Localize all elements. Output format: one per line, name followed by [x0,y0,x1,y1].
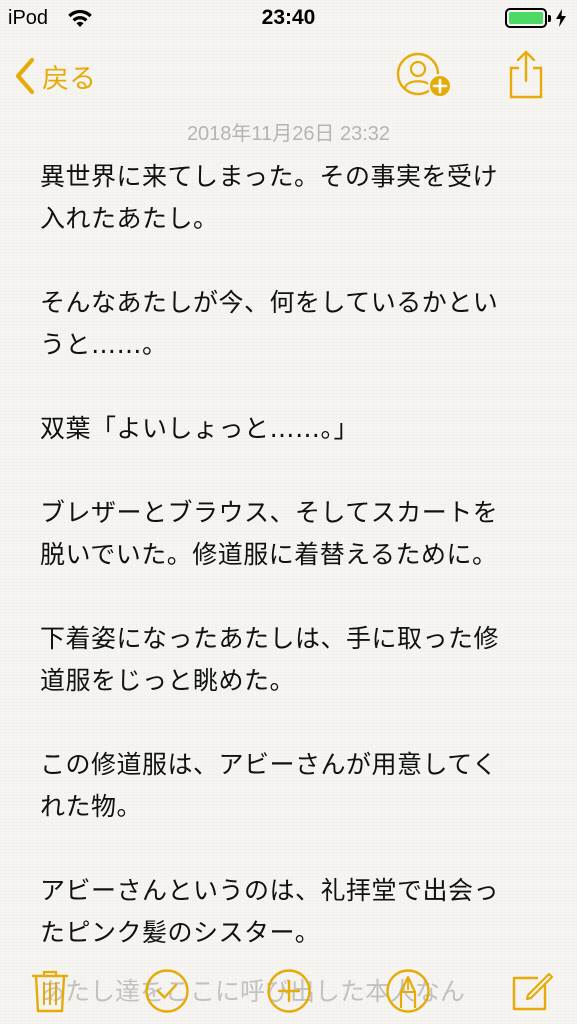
note-line: ブレザーとブラウス、そしてスカートを [40,498,499,527]
trash-icon[interactable] [27,968,73,1014]
note-date: 2018年11月26日 23:32 [186,123,391,145]
markup-pen-icon[interactable] [385,968,431,1014]
note-paragraph: 双葉「よいしょっと……。」 [40,408,540,450]
note-line: 脱いでいた。修道服に着替えるために。 [40,540,498,569]
charging-bolt-icon [556,9,566,27]
add-icon[interactable] [266,968,312,1014]
note-line: たピンク髪のシスター。 [40,918,321,947]
note-line: うと……。 [40,330,168,359]
compose-icon[interactable] [508,968,554,1014]
battery-icon [505,8,551,28]
note-paragraph: ブレザーとブラウス、そしてスカートを 脱いでいた。修道服に着替えるために。 [40,492,540,576]
chevron-left-icon [15,57,35,95]
navigation-bar: 戻る [0,44,577,108]
share-icon[interactable] [506,49,546,101]
note-paragraph: アビーさんというのは、礼拝堂で出会っ たピンク髪のシスター。 [40,870,540,954]
battery-fill [509,12,543,24]
status-bar: iPod 23:40 [0,0,577,40]
note-line: そんなあたしが今、何をしているかとい [40,288,499,317]
back-button[interactable]: 戻る [14,54,96,98]
checklist-icon[interactable] [144,968,190,1014]
note-line: 道服をじっと眺めた。 [40,666,296,695]
note-body[interactable]: 異世界に来てしまった。その事実を受け 入れたあたし。 そんなあたしが今、何をして… [40,156,540,996]
note-line: この修道服は、アビーさんが用意してく [40,750,498,779]
note-line: 入れたあたし。 [40,204,219,233]
note-paragraph: 異世界に来てしまった。その事実を受け 入れたあたし。 [40,156,540,240]
note-paragraph: この修道服は、アビーさんが用意してく れた物。 [40,744,540,828]
note-line: 異世界に来てしまった。その事実を受け [40,162,499,191]
note-line: れた物。 [40,792,143,821]
note-line: アビーさんというのは、礼拝堂で出会っ [40,876,500,905]
battery-tip [548,15,551,22]
back-label: 戻る [42,63,96,95]
note-line: 下着姿になったあたしは、手に取った修 [40,624,500,653]
note-paragraph: 下着姿になったあたしは、手に取った修 道服をじっと眺めた。 [40,618,540,702]
status-time: 23:40 [261,6,316,29]
note-line: 双葉「よいしょっと……。」 [40,414,360,443]
bottom-toolbar [0,960,577,1024]
add-people-icon[interactable] [396,52,456,100]
note-paragraph: そんなあたしが今、何をしているかとい うと……。 [40,282,540,366]
